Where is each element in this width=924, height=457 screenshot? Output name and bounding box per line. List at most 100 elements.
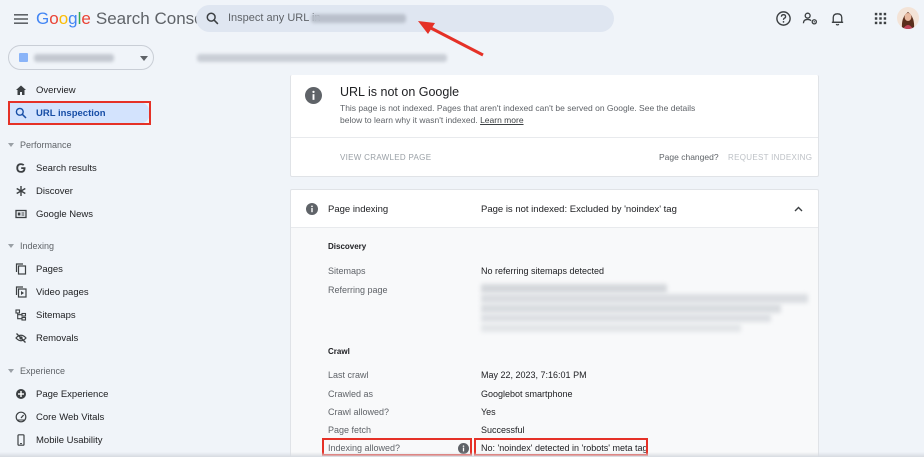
discovery-heading: Discovery [328, 242, 367, 251]
info-icon [306, 203, 318, 215]
home-icon [16, 85, 26, 95]
detail-value: Successful [481, 425, 525, 435]
search-icon [206, 12, 219, 25]
redacted-url [481, 324, 741, 332]
section-label: Experience [20, 366, 66, 376]
nav-label: Overview [36, 84, 76, 96]
detail-key: Page fetch [328, 425, 372, 435]
redacted-property-name [34, 54, 114, 62]
collapse-caret-icon [8, 244, 14, 248]
search-placeholder: Inspect any URL in [228, 12, 321, 24]
notifications-bell-icon[interactable] [829, 10, 846, 27]
nav-label: Mobile Usability [36, 434, 103, 446]
nav-label: Discover [36, 185, 73, 197]
logo-letter: o [49, 9, 59, 28]
detail-key: Sitemaps [328, 266, 366, 276]
page-indexing-status: Page is not indexed: Excluded by 'noinde… [481, 204, 677, 215]
chevron-up-icon[interactable] [794, 206, 803, 212]
detail-key: Crawl allowed? [328, 407, 390, 417]
divider [291, 137, 818, 138]
logo-letter: G [36, 9, 50, 28]
bottom-edge-shadow [0, 452, 924, 457]
apps-grid-icon[interactable] [872, 10, 889, 27]
nav-label: Video pages [36, 286, 89, 298]
nav-label: Google News [36, 208, 94, 220]
nav-label: Sitemaps [36, 309, 76, 321]
redacted-url [481, 304, 781, 313]
google-search-console-logo[interactable]: Google Search Console [36, 9, 217, 29]
url-status-card: URL is not on Google This page is not in… [290, 75, 819, 177]
dropdown-caret-icon [140, 56, 148, 61]
section-indexing[interactable]: Indexing [8, 239, 54, 253]
nav-label: Search results [36, 162, 97, 174]
detail-value: Yes [481, 407, 496, 417]
redacted-url [481, 284, 667, 293]
redacted-url [481, 314, 771, 322]
section-label: Indexing [20, 241, 55, 251]
nav-removals[interactable]: Removals [8, 327, 150, 349]
detail-key: Last crawl [328, 370, 369, 380]
eye-off-icon [15, 333, 27, 343]
collapse-caret-icon [8, 369, 14, 373]
detail-value: May 22, 2023, 7:16:01 PM [481, 370, 587, 380]
redacted-inspected-url [197, 54, 447, 62]
page-indexing-header[interactable]: Page indexing Page is not indexed: Exclu… [291, 190, 818, 228]
view-crawled-page-button[interactable]: VIEW CRAWLED PAGE [340, 153, 431, 162]
nav-mobile-usability[interactable]: Mobile Usability [8, 429, 150, 451]
logo-letter: e [81, 9, 91, 28]
manage-users-icon[interactable] [802, 10, 819, 27]
nav-search-results[interactable]: Search results [8, 157, 150, 179]
highlight-url-inspection [8, 101, 151, 125]
detail-key: Crawled as [328, 389, 374, 399]
collapse-caret-icon [8, 143, 14, 147]
detail-value: No referring sitemaps detected [481, 266, 605, 276]
page-changed-label: Page changed? [659, 152, 719, 162]
nav-page-experience[interactable]: Page Experience [8, 383, 150, 405]
phone-icon [17, 434, 25, 446]
hamburger-menu-icon[interactable] [13, 11, 29, 27]
nav-label: Pages [36, 263, 63, 275]
redacted-url [481, 294, 808, 303]
page-indexing-details: Discovery Sitemaps No referring sitemaps… [291, 228, 818, 457]
section-performance[interactable]: Performance [8, 138, 72, 152]
request-indexing-button[interactable]: REQUEST INDEXING [728, 153, 812, 162]
url-inspect-search-bar[interactable]: Inspect any URL in [196, 5, 614, 32]
pages-icon [15, 263, 27, 275]
avatar-portrait-icon [901, 12, 915, 29]
nav-pages[interactable]: Pages [8, 258, 150, 280]
status-description: This page is not indexed. Pages that are… [340, 102, 700, 126]
account-avatar[interactable] [897, 7, 919, 29]
detail-key: Referring page [328, 285, 388, 295]
nav-video-pages[interactable]: Video pages [8, 281, 150, 303]
nav-overview[interactable]: Overview [8, 79, 150, 101]
help-icon[interactable] [775, 10, 792, 27]
redacted-property-url [311, 14, 406, 23]
logo-letter: g [68, 9, 78, 28]
property-favicon [19, 53, 28, 62]
google-g-icon [16, 163, 26, 173]
nav-core-web-vitals[interactable]: Core Web Vitals [8, 406, 150, 428]
info-icon [305, 87, 322, 104]
sitemap-icon [15, 309, 27, 321]
nav-label: Removals [36, 332, 79, 344]
annotation-arrow [418, 21, 484, 57]
section-experience[interactable]: Experience [8, 364, 65, 378]
nav-google-news[interactable]: Google News [8, 203, 150, 225]
page-indexing-card: Page indexing Page is not indexed: Exclu… [290, 189, 819, 457]
nav-discover[interactable]: Discover [8, 180, 150, 202]
property-selector[interactable] [8, 45, 154, 70]
logo-letter: o [58, 9, 69, 28]
asterisk-icon [16, 186, 26, 196]
detail-value: Googlebot smartphone [481, 389, 573, 399]
learn-more-link[interactable]: Learn more [480, 115, 523, 125]
video-icon [15, 286, 27, 298]
section-label: Performance [20, 140, 72, 150]
crawl-heading: Crawl [328, 347, 350, 356]
nav-sitemaps[interactable]: Sitemaps [8, 304, 150, 326]
nav-label: Page Experience [36, 388, 109, 400]
plus-circle-icon [16, 389, 26, 399]
page-indexing-label: Page indexing [328, 204, 389, 215]
news-icon [15, 209, 27, 219]
nav-label: Core Web Vitals [36, 411, 105, 423]
status-title: URL is not on Google [340, 85, 460, 99]
